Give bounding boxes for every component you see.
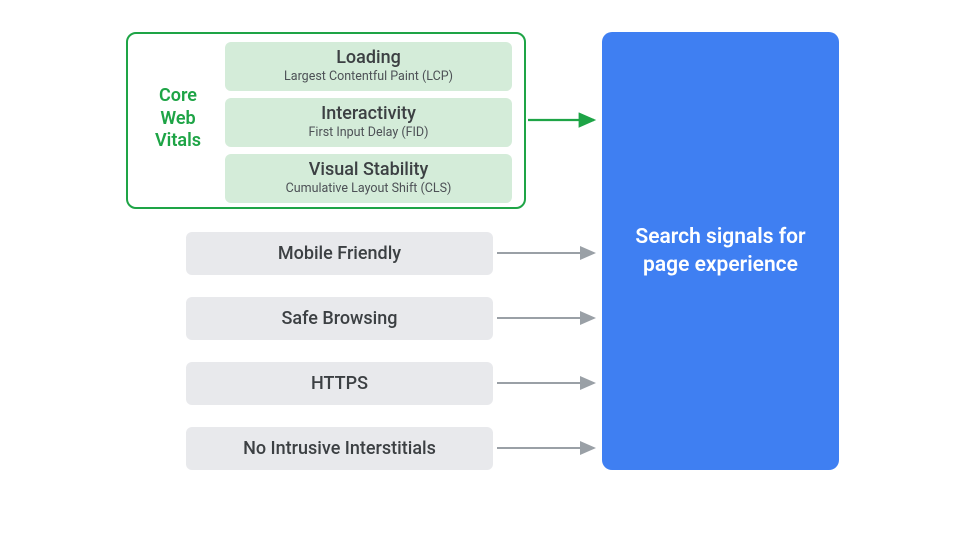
vital-loading: Loading Largest Contentful Paint (LCP) bbox=[225, 42, 512, 91]
signal-safe-browsing: Safe Browsing bbox=[186, 297, 493, 340]
vital-subtitle: Cumulative Layout Shift (CLS) bbox=[233, 182, 504, 196]
destination-panel: Search signals for page experience bbox=[602, 32, 839, 470]
destination-label: Search signals for page experience bbox=[626, 223, 815, 280]
core-web-vitals-label: Core Web Vitals bbox=[138, 85, 218, 153]
signal-https: HTTPS bbox=[186, 362, 493, 405]
signal-label: Safe Browsing bbox=[281, 308, 397, 329]
vital-visual-stability: Visual Stability Cumulative Layout Shift… bbox=[225, 154, 512, 203]
signal-label: Mobile Friendly bbox=[278, 243, 401, 264]
signal-label: HTTPS bbox=[311, 373, 368, 394]
vital-title: Loading bbox=[233, 48, 504, 69]
signal-label: No Intrusive Interstitials bbox=[243, 438, 436, 459]
signal-no-intrusive-interstitials: No Intrusive Interstitials bbox=[186, 427, 493, 470]
cwv-label-line3: Vitals bbox=[155, 130, 201, 151]
diagram-stage: Core Web Vitals Loading Largest Contentf… bbox=[0, 0, 960, 540]
cwv-label-line1: Core bbox=[159, 85, 197, 106]
vital-title: Interactivity bbox=[233, 104, 504, 125]
cwv-label-line2: Web bbox=[160, 108, 195, 129]
vital-subtitle: Largest Contentful Paint (LCP) bbox=[233, 70, 504, 84]
vital-title: Visual Stability bbox=[233, 160, 504, 181]
vital-subtitle: First Input Delay (FID) bbox=[233, 126, 504, 140]
signal-mobile-friendly: Mobile Friendly bbox=[186, 232, 493, 275]
vital-interactivity: Interactivity First Input Delay (FID) bbox=[225, 98, 512, 147]
